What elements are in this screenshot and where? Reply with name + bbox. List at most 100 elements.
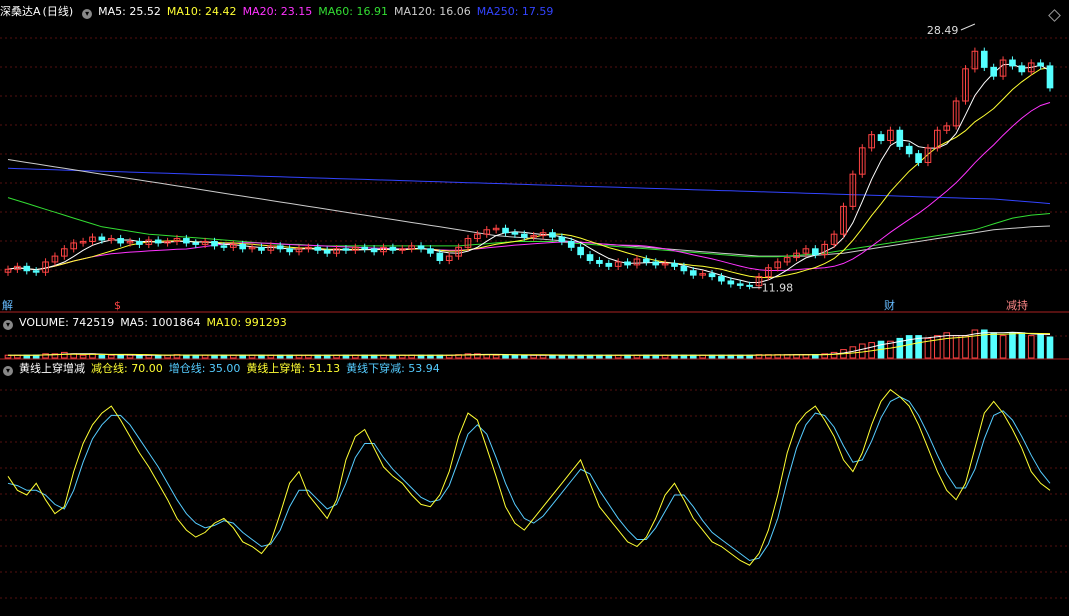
volume-bar — [1009, 332, 1016, 359]
candle-body — [502, 227, 509, 234]
gear-icon[interactable]: ▾ — [3, 320, 13, 330]
volume-bar — [492, 354, 500, 359]
ma-legend-item-0: MA5: 25.52 — [98, 5, 161, 18]
candle-body — [258, 246, 265, 251]
ma-legend-item-5: MA250: 17.59 — [476, 5, 554, 18]
stock-period: (日线) — [42, 5, 74, 18]
candle-body — [689, 270, 697, 276]
volume-bar — [183, 354, 190, 359]
candle-body — [980, 50, 988, 68]
high-price-arrow — [960, 23, 976, 31]
candle-body — [323, 249, 331, 254]
candle-body — [896, 129, 904, 147]
candle-body — [990, 66, 997, 77]
candle-body — [558, 236, 566, 242]
candle-body — [220, 245, 228, 248]
candle-body — [136, 240, 143, 245]
volume-bar — [943, 332, 951, 359]
volume-bar — [905, 335, 913, 359]
candle-body — [577, 246, 584, 256]
ma250-line — [7, 167, 1051, 205]
candle-body — [549, 232, 556, 238]
candle-body — [520, 233, 528, 238]
indicator-legend: 减仓线: 70.00 增仓线: 35.00 黄线上穿增: 51.13 黄线下穿减: 5… — [91, 362, 446, 375]
volume-bar — [98, 354, 106, 359]
volume-bar — [192, 354, 200, 359]
candle-body — [192, 242, 200, 245]
ma-legend: MA5: 25.52 MA10: 24.42 MA20: 23.15 MA60: 16… — [98, 5, 559, 18]
candle-body — [1009, 59, 1016, 67]
candle-body — [605, 262, 613, 267]
stock-name: 深桑达A — [0, 5, 41, 18]
indicator-legend-item-0: 减仓线: 70.00 — [91, 362, 163, 375]
candle-body — [586, 254, 594, 261]
gear-icon[interactable]: ▾ — [82, 9, 93, 19]
high-price-label: 28.49 — [927, 24, 959, 37]
ma-legend-item-4: MA120: 16.06 — [394, 5, 471, 18]
event-marker: 财 — [884, 298, 895, 312]
volume-bar — [999, 335, 1007, 359]
volume-bar — [1037, 333, 1044, 359]
volume-bar — [1046, 336, 1054, 359]
candle-body — [1037, 62, 1044, 67]
event-marker: $ — [114, 299, 121, 312]
candle-body — [370, 248, 378, 253]
indicator-legend-item-3: 黄线下穿减: 53.94 — [346, 362, 440, 375]
candle-body — [436, 252, 444, 261]
candle-body — [98, 236, 106, 241]
candle-body — [117, 238, 124, 244]
candle-body — [314, 246, 322, 251]
candle-body — [23, 265, 31, 272]
volume-bar — [858, 343, 866, 359]
ma-legend-item-2: MA20: 23.15 — [242, 5, 313, 18]
volume-bar — [1018, 332, 1026, 359]
candle-body — [736, 283, 744, 286]
volume-bar — [962, 335, 969, 359]
candle-body — [643, 258, 650, 263]
candle-body — [727, 280, 735, 285]
volume-legend-item-0: VOLUME: 742519 — [19, 316, 115, 329]
indicator-legend-item-2: 黄线上穿增: 51.13 — [246, 362, 341, 375]
volume-bar — [952, 335, 960, 359]
volume-bar — [511, 354, 519, 359]
volume-bar — [934, 335, 941, 359]
candle-body — [877, 134, 885, 142]
gear-icon[interactable]: ▾ — [3, 366, 13, 376]
candle-body — [417, 245, 425, 250]
candle-body — [1018, 65, 1026, 73]
candle-body — [811, 248, 819, 256]
volume-legend-item-2: MA10: 991293 — [206, 316, 287, 329]
volume-bar — [126, 354, 134, 359]
volume-bar — [201, 354, 209, 359]
candle-body — [567, 240, 575, 248]
candle-body — [286, 248, 293, 253]
volume-legend: VOLUME: 742519 MA5: 1001864 MA10: 991293 — [19, 316, 293, 329]
candle-body — [680, 265, 688, 272]
candle-body — [342, 248, 350, 251]
volume-bar — [1027, 335, 1035, 359]
candle-body — [511, 232, 519, 235]
candle-body — [624, 261, 631, 266]
volume-legend-item-1: MA5: 1001864 — [120, 316, 201, 329]
candle-body — [389, 246, 397, 251]
candle-body — [596, 259, 603, 264]
candle-body — [276, 245, 284, 250]
candle-body — [652, 261, 660, 266]
candle-body — [361, 246, 369, 250]
candle-body — [671, 262, 678, 267]
volume-bar — [990, 332, 997, 359]
ma60-line — [7, 197, 1051, 258]
event-marker: 解 — [2, 298, 13, 312]
candle-body — [915, 153, 922, 163]
volume-bar — [502, 354, 509, 359]
indicator-panel-header: ▾ 黄线上穿增减 减仓线: 70.00 增仓线: 35.00 黄线上穿增: 51.13 黄… — [0, 361, 452, 377]
indicator-title: 黄线上穿增减 — [19, 362, 85, 375]
candle-body — [746, 284, 753, 287]
low-price-label: 11.98 — [762, 282, 794, 295]
candle-body — [239, 243, 247, 250]
stock-chart[interactable]: 28.49 11.98 解 $ 财 减持 — [0, 0, 1069, 616]
volume-bar — [117, 354, 124, 359]
indicator-blue-line — [7, 396, 1051, 562]
indicator-legend-item-1: 增仓线: 35.00 — [168, 362, 241, 375]
candle-body — [32, 270, 40, 273]
